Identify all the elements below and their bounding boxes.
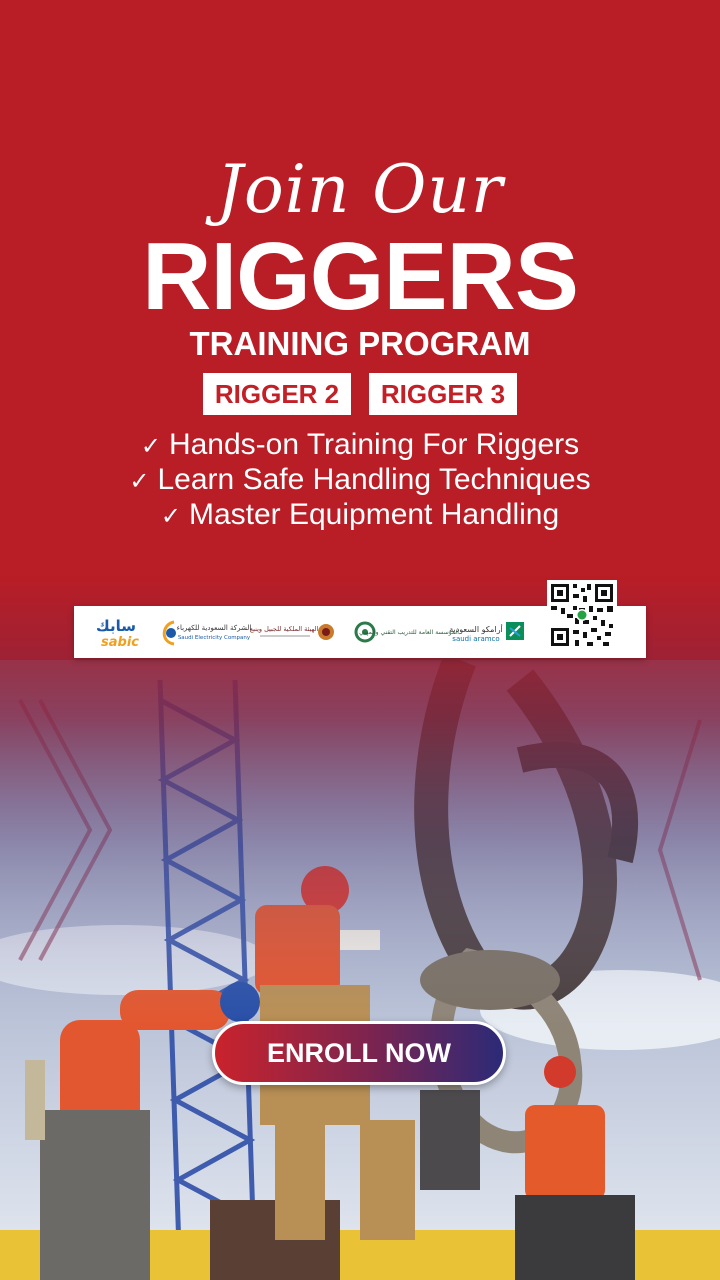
feature-item: ✓ Master Equipment Handling bbox=[0, 497, 720, 534]
aramco-text: saudi aramco bbox=[452, 635, 499, 643]
royal-commission-text: الهيئة الملكية للجبيل وينبع bbox=[250, 625, 319, 633]
sabic-logo: سابك sabic bbox=[96, 617, 139, 650]
sec-arabic-text: الشركة السعودية للكهرباء bbox=[177, 624, 252, 632]
script-title: Join Our bbox=[216, 151, 504, 228]
qr-code-icon bbox=[547, 580, 617, 650]
aramco-arabic-text: أرامكو السعودية bbox=[449, 624, 503, 634]
tvtc-logo: المؤسسة العامة للتدريب التقني والمهني bbox=[354, 621, 459, 643]
sec-logo: الشركة السعودية للكهرباء Saudi Electrici… bbox=[162, 620, 252, 646]
feature-text: Master Equipment Handling bbox=[188, 498, 560, 531]
sabic-arabic-text: سابك bbox=[96, 617, 136, 635]
sabic-text: sabic bbox=[101, 635, 139, 650]
enroll-now-button[interactable]: ENROLL NOW bbox=[212, 1021, 506, 1085]
check-icon: ✓ bbox=[129, 467, 150, 495]
qr-code[interactable] bbox=[547, 580, 617, 650]
feature-item: ✓ Learn Safe Handling Techniques bbox=[0, 462, 720, 499]
poster: Join Our RIGGERS TRAINING PROGRAM RIGGER… bbox=[0, 0, 720, 1280]
main-title: RIGGERS bbox=[142, 223, 579, 330]
royal-commission-logo: الهيئة الملكية للجبيل وينبع bbox=[250, 624, 334, 640]
check-icon: ✓ bbox=[140, 432, 161, 460]
aramco-logo: أرامكو السعودية saudi aramco bbox=[449, 622, 524, 643]
check-icon: ✓ bbox=[160, 502, 181, 530]
tvtc-text: المؤسسة العامة للتدريب التقني والمهني bbox=[359, 629, 459, 636]
feature-item: ✓ Hands-on Training For Riggers bbox=[0, 427, 720, 464]
feature-text: Hands-on Training For Riggers bbox=[168, 428, 580, 461]
level-tag-rigger-3: RIGGER 3 bbox=[369, 373, 517, 415]
level-tag-rigger-2: RIGGER 2 bbox=[203, 373, 351, 415]
subtitle: TRAINING PROGRAM bbox=[189, 325, 531, 362]
sec-text: Saudi Electricity Company bbox=[178, 635, 251, 641]
feature-text: Learn Safe Handling Techniques bbox=[157, 463, 591, 496]
